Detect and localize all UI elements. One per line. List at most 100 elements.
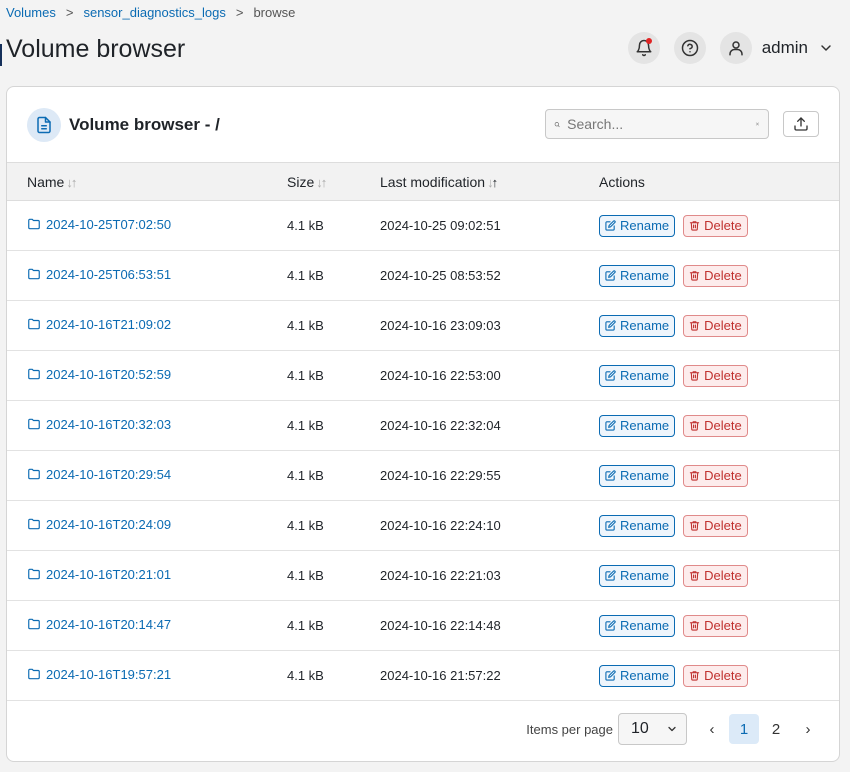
delete-button[interactable]: Delete bbox=[683, 414, 748, 437]
rename-button[interactable]: Rename bbox=[599, 314, 676, 337]
table-row: 2024-10-16T20:21:01 4.1 kB 2024-10-16 22:2… bbox=[7, 551, 839, 601]
folder-icon bbox=[28, 419, 40, 430]
cell-actions: Rename Delete bbox=[599, 551, 839, 601]
delete-button[interactable]: Delete bbox=[683, 564, 748, 587]
rename-button[interactable]: Rename bbox=[599, 564, 676, 587]
cell-name: 2024-10-16T20:32:03 bbox=[7, 401, 287, 451]
header-actions: admin bbox=[627, 32, 834, 64]
help-circle-icon bbox=[681, 39, 698, 57]
delete-button[interactable]: Delete bbox=[683, 364, 748, 387]
delete-button[interactable]: Delete bbox=[683, 214, 748, 237]
folder-name: 2024-10-16T20:14:47 bbox=[46, 616, 172, 632]
breadcrumb-link-volume[interactable]: sensor_diagnostics_logs bbox=[83, 5, 225, 20]
pagination: Items per page 10 ‹ 1 2 › bbox=[526, 713, 823, 745]
column-label-last-modification: Last modification bbox=[380, 173, 486, 190]
cell-name: 2024-10-16T19:57:21 bbox=[7, 651, 287, 701]
search-input[interactable] bbox=[567, 116, 749, 132]
items-per-page-label: Items per page bbox=[526, 721, 613, 737]
user-menu[interactable]: admin bbox=[719, 32, 834, 64]
folder-icon bbox=[28, 519, 40, 530]
delete-button[interactable]: Delete bbox=[683, 664, 748, 687]
help-button[interactable] bbox=[673, 32, 706, 64]
column-header-size[interactable]: Size ↓↑ bbox=[287, 163, 380, 201]
folder-name: 2024-10-16T20:24:09 bbox=[46, 516, 172, 532]
folder-link[interactable]: 2024-10-16T20:32:03 bbox=[27, 417, 171, 432]
breadcrumb-current: browse bbox=[253, 5, 296, 20]
cell-actions: Rename Delete bbox=[599, 201, 839, 251]
rename-label: Rename bbox=[620, 418, 670, 433]
rename-label: Rename bbox=[620, 668, 670, 683]
search-box bbox=[545, 109, 769, 139]
rename-label: Rename bbox=[620, 568, 670, 583]
page-button-2[interactable]: 2 bbox=[761, 714, 791, 744]
cell-name: 2024-10-25T07:02:50 bbox=[7, 201, 287, 251]
column-header-last-modification[interactable]: Last modification ↓↑ bbox=[380, 163, 599, 201]
delete-label: Delete bbox=[704, 518, 742, 533]
page-button-1[interactable]: 1 bbox=[729, 714, 759, 744]
trash-icon bbox=[689, 271, 700, 281]
folder-link[interactable]: 2024-10-16T21:09:02 bbox=[27, 317, 171, 332]
folder-link[interactable]: 2024-10-16T20:24:09 bbox=[27, 517, 171, 532]
rename-button[interactable]: Rename bbox=[599, 264, 676, 287]
rename-button[interactable]: Rename bbox=[599, 614, 676, 637]
delete-button[interactable]: Delete bbox=[683, 614, 748, 637]
column-header-name[interactable]: Name ↓↑ bbox=[7, 163, 287, 201]
delete-button[interactable]: Delete bbox=[683, 514, 748, 537]
table-row: 2024-10-16T21:09:02 4.1 kB 2024-10-16 23:0… bbox=[7, 301, 839, 351]
upload-button[interactable] bbox=[783, 111, 819, 137]
delete-button[interactable]: Delete bbox=[683, 464, 748, 487]
cell-actions: Rename Delete bbox=[599, 451, 839, 501]
column-header-actions: Actions bbox=[599, 163, 839, 201]
trash-icon bbox=[689, 621, 700, 631]
folder-link[interactable]: 2024-10-25T06:53:51 bbox=[27, 267, 171, 282]
edit-icon bbox=[605, 420, 616, 431]
rename-button[interactable]: Rename bbox=[599, 514, 676, 537]
cell-name: 2024-10-16T21:09:02 bbox=[7, 301, 287, 351]
rename-button[interactable]: Rename bbox=[599, 214, 676, 237]
card-title: Volume browser - / bbox=[69, 114, 220, 134]
column-label-size: Size bbox=[287, 173, 315, 190]
folder-link[interactable]: 2024-10-16T19:57:21 bbox=[27, 667, 171, 682]
folder-icon bbox=[28, 369, 40, 380]
folder-link[interactable]: 2024-10-16T20:29:54 bbox=[27, 467, 171, 482]
folder-link[interactable]: 2024-10-16T20:52:59 bbox=[27, 367, 171, 382]
user-icon bbox=[728, 41, 743, 56]
folder-name: 2024-10-16T21:09:02 bbox=[46, 316, 172, 332]
cell-last-modification: 2024-10-25 09:02:51 bbox=[380, 218, 501, 233]
column-label-actions: Actions bbox=[599, 173, 645, 190]
trash-icon bbox=[689, 321, 700, 331]
breadcrumb-link-volumes[interactable]: Volumes bbox=[6, 5, 56, 20]
trash-icon bbox=[689, 221, 700, 231]
items-per-page-select[interactable]: 10 bbox=[618, 713, 687, 745]
user-name: admin bbox=[761, 38, 808, 57]
clear-icon[interactable] bbox=[755, 118, 760, 130]
cell-actions: Rename Delete bbox=[599, 501, 839, 551]
folder-link[interactable]: 2024-10-25T07:02:50 bbox=[27, 217, 171, 232]
rename-button[interactable]: Rename bbox=[599, 414, 676, 437]
edit-icon bbox=[605, 570, 616, 581]
folder-icon bbox=[28, 669, 40, 680]
delete-button[interactable]: Delete bbox=[683, 264, 748, 287]
delete-label: Delete bbox=[704, 668, 742, 683]
cell-last-modification: 2024-10-16 22:24:10 bbox=[380, 518, 501, 533]
notifications-button[interactable] bbox=[627, 32, 660, 64]
rename-button[interactable]: Rename bbox=[599, 364, 676, 387]
cell-actions: Rename Delete bbox=[599, 401, 839, 451]
edit-icon bbox=[605, 220, 616, 231]
folder-name: 2024-10-25T06:53:51 bbox=[46, 266, 172, 282]
upload-icon bbox=[794, 117, 808, 131]
delete-label: Delete bbox=[704, 268, 742, 283]
rename-button[interactable]: Rename bbox=[599, 464, 676, 487]
cell-size: 4.1 kB bbox=[287, 268, 324, 283]
rename-button[interactable]: Rename bbox=[599, 664, 676, 687]
folder-link[interactable]: 2024-10-16T20:21:01 bbox=[27, 567, 171, 582]
rename-label: Rename bbox=[620, 268, 670, 283]
volume-browser-card: Volume browser - / Name↓↑ Size↓↑ bbox=[6, 86, 840, 762]
cell-name: 2024-10-16T20:52:59 bbox=[7, 351, 287, 401]
delete-button[interactable]: Delete bbox=[683, 314, 748, 337]
edit-icon bbox=[605, 370, 616, 381]
delete-label: Delete bbox=[704, 318, 742, 333]
next-page-button[interactable]: › bbox=[793, 714, 823, 744]
folder-link[interactable]: 2024-10-16T20:14:47 bbox=[27, 617, 171, 632]
prev-page-button[interactable]: ‹ bbox=[697, 714, 727, 744]
